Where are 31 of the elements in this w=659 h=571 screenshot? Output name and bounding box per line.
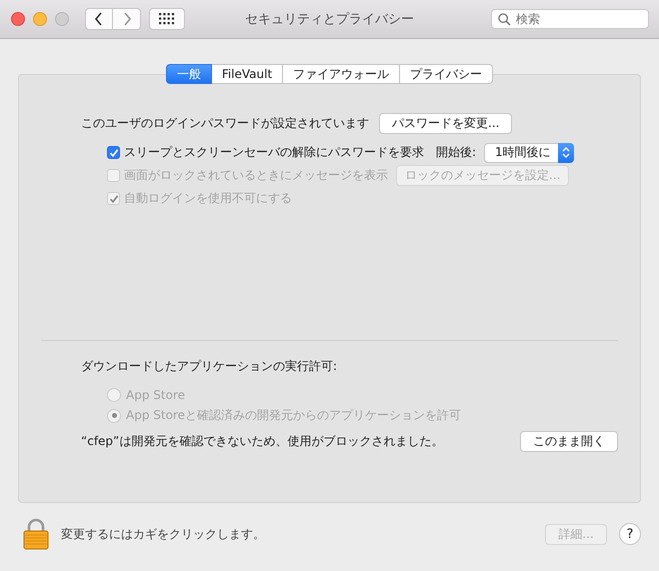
open-anyway-button[interactable]: このまま開く (520, 431, 618, 452)
help-button[interactable]: ? (619, 523, 641, 545)
checkbox[interactable] (107, 146, 120, 159)
search-field[interactable]: 検索 (491, 9, 649, 29)
back-icon (94, 12, 104, 26)
checkbox-label: 自動ログインを使用不可にする (124, 190, 292, 207)
minimize-button[interactable] (33, 12, 47, 26)
blocked-message: “cfep”は開発元を確認できないため、使用がブロックされました。 (81, 433, 444, 450)
window-title: セキュリティとプライバシー (245, 11, 414, 28)
checkbox-label: スリープとスクリーンセーバの解除にパスワードを要求 (124, 144, 424, 161)
tab[interactable]: プライバシー (400, 64, 494, 84)
lock-icon[interactable] (22, 518, 50, 550)
tab[interactable]: 一般 (166, 64, 212, 84)
checkbox-label: 画面がロックされているときにメッセージを表示 (124, 167, 388, 184)
password-status-text: このユーザのログインパスワードが設定されています (81, 114, 369, 132)
tab[interactable]: ファイアウォール (283, 64, 400, 84)
close-button[interactable] (11, 12, 25, 26)
delay-dropdown[interactable]: 1時間後に (484, 142, 574, 162)
search-icon (498, 13, 511, 26)
delay-label: 開始後: (436, 144, 476, 161)
change-password-button[interactable]: パスワードを変更... (379, 112, 512, 134)
stepper-icon (562, 146, 570, 159)
radio-label: App Storeと確認済みの開発元からのアプリケーションを許可 (126, 407, 461, 424)
back-button[interactable] (85, 8, 113, 30)
tab[interactable]: FileVault (212, 64, 284, 84)
lock-hint-text: 変更するにはカギをクリックします。 (61, 526, 265, 542)
forward-icon (122, 12, 132, 26)
download-heading: ダウンロードしたアプリケーションの実行許可: (81, 358, 338, 375)
grid-icon (159, 13, 175, 25)
radio-label: App Store (126, 388, 185, 402)
show-all-button[interactable] (149, 8, 185, 30)
